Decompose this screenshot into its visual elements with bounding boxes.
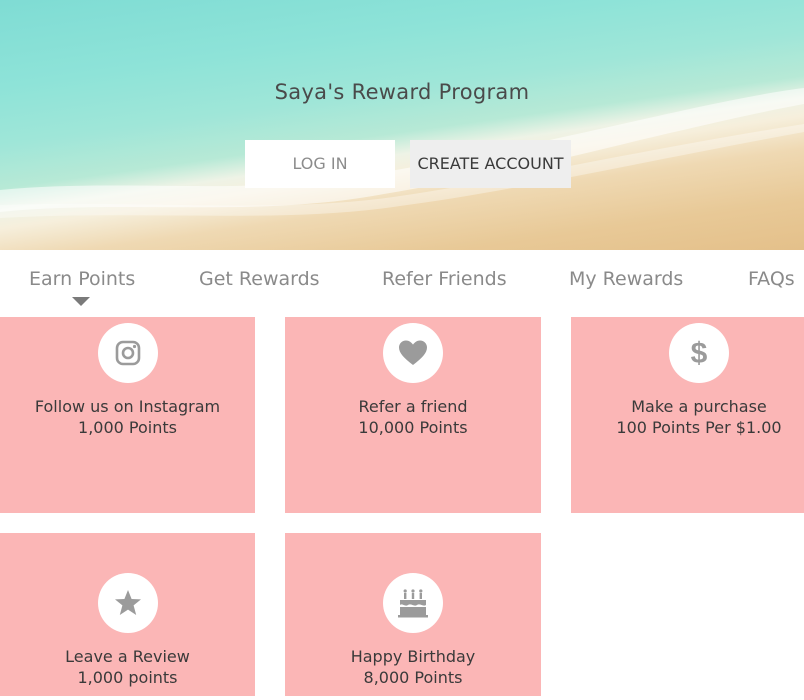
tab-earn-points[interactable]: Earn Points [29, 268, 135, 290]
icon-circle [97, 573, 158, 633]
beach-background [0, 88, 804, 218]
earn-card-review[interactable]: Leave a Review 1,000 points [0, 533, 255, 696]
log-in-button[interactable]: LOG IN [245, 140, 395, 188]
tab-faqs[interactable]: FAQs [748, 268, 795, 290]
hero-banner: Saya's Reward Program LOG IN CREATE ACCO… [0, 0, 804, 250]
card-points: 10,000 Points [358, 418, 468, 437]
star-icon [114, 590, 141, 615]
active-tab-indicator [72, 297, 90, 306]
card-label: Leave a Review 1,000 points [0, 646, 255, 688]
heart-icon [399, 340, 427, 365]
earn-card-instagram[interactable]: Follow us on Instagram 1,000 Points [0, 317, 255, 513]
birthday-cake-icon [398, 589, 428, 618]
tab-bar: Earn Points Get Rewards Refer Friends My… [0, 250, 804, 316]
card-title: Follow us on Instagram [34, 397, 221, 416]
icon-circle [383, 323, 443, 383]
card-label: Make a purchase 100 Points Per $1.00 [571, 396, 804, 438]
card-label: Happy Birthday 8,000 Points [285, 646, 541, 688]
tab-get-rewards[interactable]: Get Rewards [199, 268, 320, 290]
card-points: 1,000 points [77, 668, 178, 687]
card-points: 1,000 Points [78, 418, 177, 437]
card-points: 100 Points Per $1.00 [616, 418, 782, 437]
earn-card-purchase[interactable]: $ Make a purchase 100 Points Per $1.00 [571, 317, 804, 513]
tab-my-rewards[interactable]: My Rewards [569, 268, 683, 290]
card-label: Follow us on Instagram 1,000 Points [0, 396, 255, 438]
icon-circle [97, 323, 158, 383]
dollar-icon: $ [691, 337, 708, 370]
card-label: Refer a friend 10,000 Points [285, 396, 541, 438]
tab-refer-friends[interactable]: Refer Friends [382, 268, 507, 290]
card-title: Refer a friend [358, 397, 468, 416]
card-title: Make a purchase [631, 397, 767, 416]
icon-circle [383, 573, 443, 633]
earn-card-birthday[interactable]: Happy Birthday 8,000 Points [285, 533, 541, 696]
create-account-button[interactable]: CREATE ACCOUNT [410, 140, 571, 188]
card-title: Happy Birthday [350, 647, 476, 666]
icon-circle: $ [669, 323, 729, 383]
program-title: Saya's Reward Program [274, 80, 530, 104]
card-points: 8,000 Points [363, 668, 463, 687]
card-title: Leave a Review [65, 647, 190, 666]
svg-text:$: $ [691, 337, 708, 370]
earn-card-refer-friend[interactable]: Refer a friend 10,000 Points [285, 317, 541, 513]
instagram-icon [115, 340, 140, 366]
